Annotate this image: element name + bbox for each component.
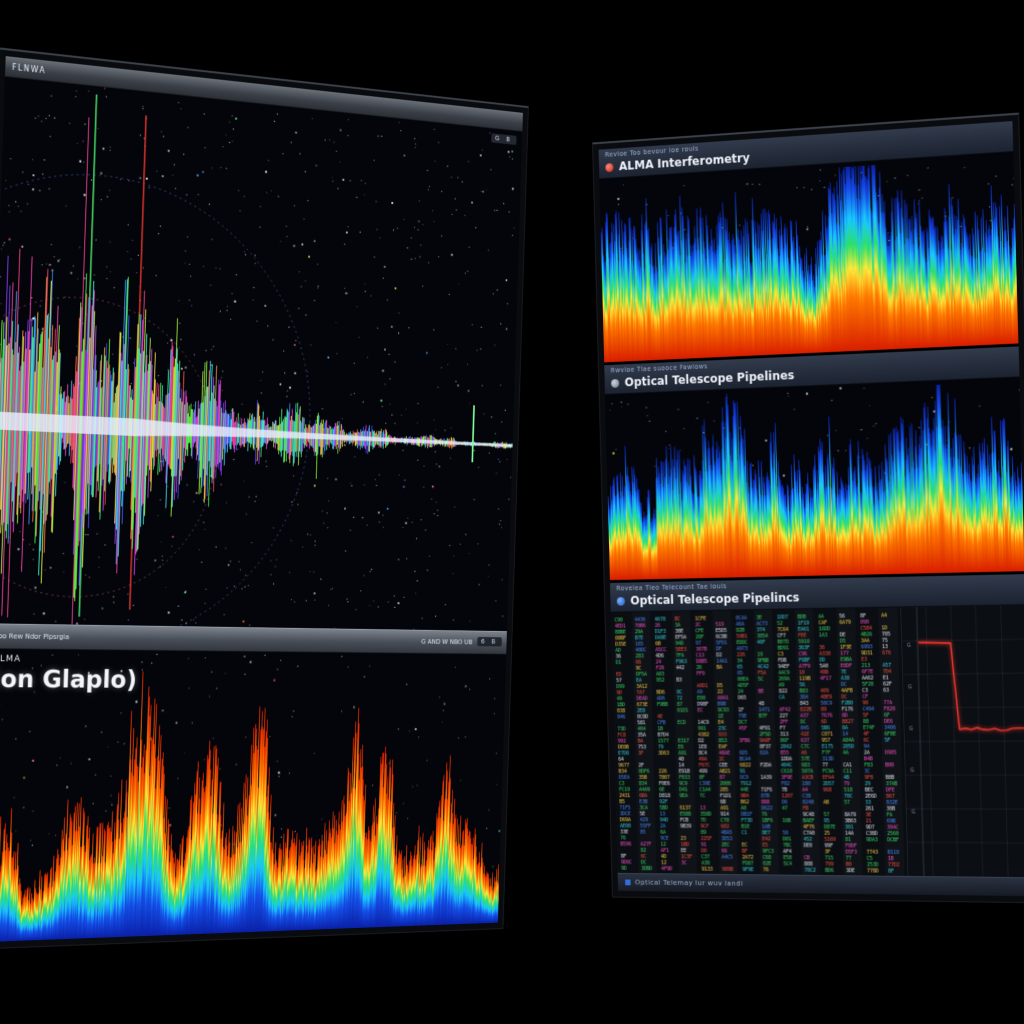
pipeline-status-icon [617,597,625,606]
metric-line-chart [901,605,1024,877]
pipeline-metric-chart [901,605,1024,877]
alma-status-icon [605,163,613,172]
status-bar-icon [625,879,631,885]
optical-status-icon [611,378,619,387]
panel-optical-pipelines: Rwvloe Tlae suooce Fawlows Optical Teles… [604,346,1024,583]
right-monitor: Revloe Too bevour loe rouls ALMA Interfe… [592,113,1024,904]
panel-alma-interferometry: Revloe Too bevour loe rouls ALMA Interfe… [599,121,1019,365]
alma-spectrum-panel: ALMA (on Glaplo) [0,649,506,942]
pipeline-log-body [611,605,1024,877]
log-table-canvas [611,607,908,875]
alma-kicker-label: ALMA [0,654,21,664]
left-window-title: FLNWA [12,62,46,75]
left-monitor: FLNWA G B Boo Rew Ndor Pipsrgia G AND W … [0,47,529,949]
right-screen: Revloe Too bevour loe rouls ALMA Interfe… [599,121,1024,896]
pipeline-log-title: Optical Telescope Pipelincs [630,591,799,608]
starfield-waveform-plot [0,77,522,631]
spectrum-window-title: Boo Rew Ndor Pipsrgia [0,632,69,641]
spectrum-window-right-text: G AND W NBO UB [421,638,472,646]
status-bar-text: Optical Telemay lur wuv landi [635,879,743,888]
optical-pipelines-plot-area [605,377,1024,580]
pipeline-log-table[interactable] [611,607,909,875]
alma-interferometry-spectrogram [599,152,1018,362]
optical-pipelines-spectrogram [605,377,1024,580]
left-screen: FLNWA G B Boo Rew Ndor Pipsrgia G AND W … [0,56,523,942]
spectrum-window-badge: 6 B [477,637,502,646]
alma-panel-title: (on Glaplo) [0,664,137,693]
sky-survey-panel: G B [0,77,522,631]
panel-pipeline-log: Rovelea Tieo Telecount Tae louls Optical… [610,574,1024,877]
alma-interferometry-plot-area [599,152,1018,362]
control-room-scene: FLNWA G B Boo Rew Ndor Pipsrgia G AND W … [0,0,1024,1024]
